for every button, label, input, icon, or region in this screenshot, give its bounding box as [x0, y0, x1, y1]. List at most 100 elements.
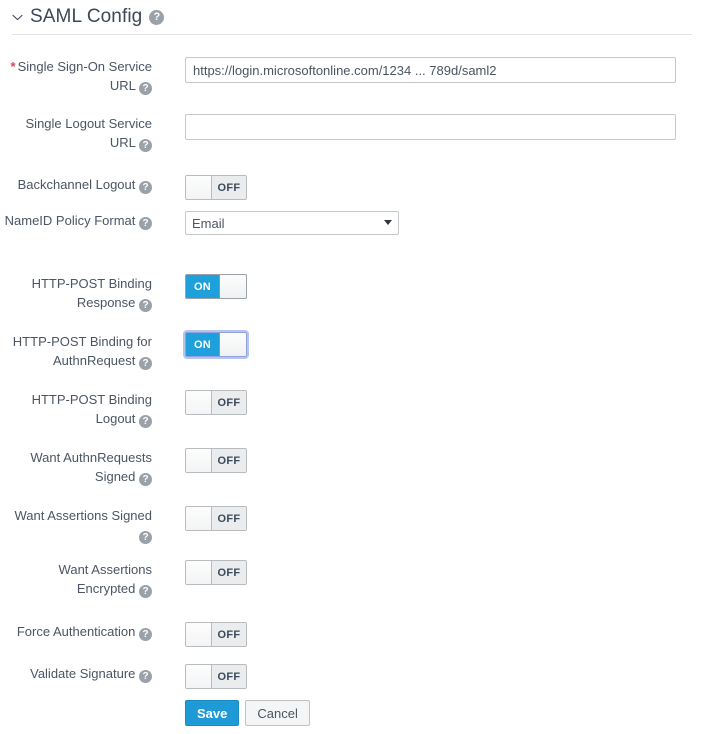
single-sign-on-service-url-input[interactable] [185, 57, 676, 83]
form-row-single-logout-service-url: Single Logout Service URL ? [0, 114, 702, 152]
required-marker: * [10, 59, 16, 74]
toggle-knob [186, 665, 212, 688]
help-circle-icon[interactable]: ? [139, 299, 152, 312]
section-header[interactable]: SAML Config ? [0, 0, 702, 27]
button-group: Save Cancel [185, 700, 702, 726]
force-authentication-toggle[interactable]: OFF [185, 622, 247, 647]
field-label-text: Backchannel Logout [17, 177, 139, 192]
field-control-want-authnrequests-signed: OFF [152, 448, 702, 473]
field-label-single-sign-on-service-url: * Single Sign-On Service URL ? [0, 57, 152, 95]
toggle-state-label: OFF [212, 449, 246, 472]
toggle-knob [186, 623, 212, 646]
toggle-knob [186, 449, 212, 472]
field-label-text: Want Assertions Signed [14, 508, 152, 523]
field-label-http-post-binding-logout: HTTP-POST Binding Logout ? [0, 390, 152, 428]
toggle-knob [186, 391, 212, 414]
field-control-nameid-policy-format: Email [152, 211, 702, 235]
field-control-http-post-binding-response: ON [152, 274, 702, 299]
field-control-want-assertions-signed: OFF [152, 506, 702, 531]
want-assertions-signed-toggle[interactable]: OFF [185, 506, 247, 531]
form-row-backchannel-logout: Backchannel Logout ? OFF [0, 175, 702, 200]
field-label-text: Single Logout Service URL [25, 116, 152, 150]
want-authnrequests-signed-toggle[interactable]: OFF [185, 448, 247, 473]
toggle-state-label: ON [186, 333, 220, 356]
field-control-single-logout-service-url [152, 114, 702, 140]
help-circle-icon[interactable]: ? [139, 82, 152, 95]
field-label-text: Single Sign-On Service URL [17, 59, 152, 93]
backchannel-logout-toggle[interactable]: OFF [185, 175, 247, 200]
form-row-want-assertions-encrypted: Want Assertions Encrypted ? OFF [0, 560, 702, 598]
help-circle-icon[interactable]: ? [139, 139, 152, 152]
field-label-http-post-binding-response: HTTP-POST Binding Response ? [0, 274, 152, 312]
field-label-text: HTTP-POST Binding for AuthnRequest [12, 334, 152, 368]
validate-signature-toggle[interactable]: OFF [185, 664, 247, 689]
help-circle-icon[interactable]: ? [139, 531, 152, 544]
field-label-text: NameID Policy Format [4, 213, 139, 228]
form-row-want-authnrequests-signed: Want AuthnRequests Signed ? OFF [0, 448, 702, 486]
field-label-nameid-policy-format: NameID Policy Format ? [0, 211, 152, 230]
toggle-knob [220, 333, 246, 356]
field-label-http-post-binding-for-authnrequest: HTTP-POST Binding for AuthnRequest ? [0, 332, 152, 370]
help-circle-icon[interactable]: ? [139, 415, 152, 428]
toggle-state-label: OFF [212, 507, 246, 530]
help-circle-icon[interactable]: ? [139, 670, 152, 683]
header-divider [12, 34, 692, 35]
toggle-state-label: ON [186, 275, 220, 298]
toggle-knob [186, 561, 212, 584]
toggle-state-label: OFF [212, 665, 246, 688]
field-control-http-post-binding-for-authnrequest: ON [152, 330, 702, 359]
help-circle-icon[interactable]: ? [139, 181, 152, 194]
form-actions-row: Save Cancel [0, 700, 702, 726]
help-circle-icon[interactable]: ? [139, 357, 152, 370]
http-post-binding-logout-toggle[interactable]: OFF [185, 390, 247, 415]
form-row-http-post-binding-for-authnrequest: HTTP-POST Binding for AuthnRequest ? ON [0, 330, 702, 370]
form-row-force-authentication: Force Authentication ? OFF [0, 622, 702, 647]
help-circle-icon[interactable]: ? [149, 9, 165, 25]
actions-cell: Save Cancel [152, 700, 702, 726]
form-row-validate-signature: Validate Signature ? OFF [0, 664, 702, 689]
field-label-text: Want AuthnRequests Signed [30, 450, 152, 484]
field-control-validate-signature: OFF [152, 664, 702, 689]
http-post-binding-for-authnrequest-toggle[interactable]: ON [183, 330, 249, 359]
field-control-http-post-binding-logout: OFF [152, 390, 702, 415]
toggle-state-label: OFF [212, 623, 246, 646]
form-row-nameid-policy-format: NameID Policy Format ? Email [0, 211, 702, 235]
help-circle-icon[interactable]: ? [139, 217, 152, 230]
nameid-policy-format-select[interactable]: Email [185, 211, 399, 235]
want-assertions-encrypted-toggle[interactable]: OFF [185, 560, 247, 585]
help-circle-icon[interactable]: ? [139, 473, 152, 486]
form-row-single-sign-on-service-url: * Single Sign-On Service URL ? [0, 57, 702, 95]
form-row-want-assertions-signed: Want Assertions Signed ? OFF [0, 506, 702, 544]
chevron-down-icon[interactable] [12, 12, 23, 23]
field-label-text: Force Authentication [16, 624, 139, 639]
field-control-want-assertions-encrypted: OFF [152, 560, 702, 585]
help-circle-icon[interactable]: ? [139, 585, 152, 598]
nameid-policy-format-select-wrapper[interactable]: Email [185, 211, 399, 235]
help-circle-icon[interactable]: ? [139, 628, 152, 641]
field-label-force-authentication: Force Authentication ? [0, 622, 152, 641]
page-title: SAML Config [30, 6, 143, 27]
field-label-want-assertions-signed: Want Assertions Signed ? [0, 506, 152, 544]
field-control-force-authentication: OFF [152, 622, 702, 647]
cancel-button[interactable]: Cancel [245, 700, 310, 726]
toggle-state-label: OFF [212, 561, 246, 584]
field-label-want-assertions-encrypted: Want Assertions Encrypted ? [0, 560, 152, 598]
field-label-text: HTTP-POST Binding Logout [31, 392, 152, 426]
http-post-binding-response-toggle[interactable]: ON [185, 274, 247, 299]
toggle-knob [186, 507, 212, 530]
toggle-state-label: OFF [212, 391, 246, 414]
save-button[interactable]: Save [185, 700, 240, 726]
toggle-state-label: OFF [212, 176, 246, 199]
toggle-knob [220, 275, 246, 298]
field-label-validate-signature: Validate Signature ? [0, 664, 152, 683]
field-label-backchannel-logout: Backchannel Logout ? [0, 175, 152, 194]
field-label-want-authnrequests-signed: Want AuthnRequests Signed ? [0, 448, 152, 486]
field-label-text: Validate Signature [30, 666, 139, 681]
field-label-text: HTTP-POST Binding Response [31, 276, 152, 310]
field-label-text: Want Assertions Encrypted [58, 562, 152, 596]
field-label-single-logout-service-url: Single Logout Service URL ? [0, 114, 152, 152]
single-logout-service-url-input[interactable] [185, 114, 676, 140]
form-row-http-post-binding-logout: HTTP-POST Binding Logout ? OFF [0, 390, 702, 428]
toggle-knob [186, 176, 212, 199]
form-row-http-post-binding-response: HTTP-POST Binding Response ? ON [0, 274, 702, 312]
